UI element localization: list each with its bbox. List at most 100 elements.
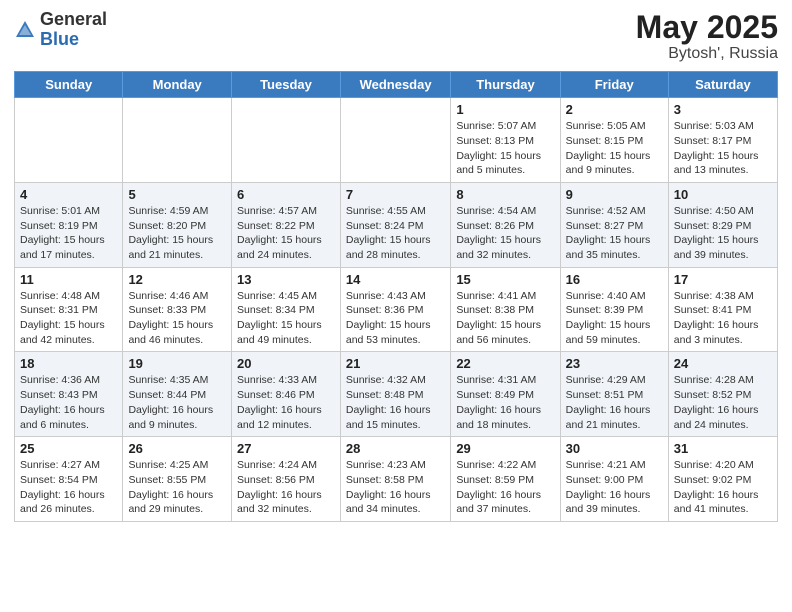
weekday-tuesday: Tuesday (232, 72, 341, 98)
calendar-cell: 11 Sunrise: 4:48 AM Sunset: 8:31 PM Dayli… (15, 267, 123, 352)
calendar-cell (340, 98, 450, 183)
calendar-cell: 24 Sunrise: 4:28 AM Sunset: 8:52 PM Dayli… (668, 352, 777, 437)
day-info: Sunrise: 5:05 AM Sunset: 8:15 PM Dayligh… (566, 119, 663, 178)
calendar-cell: 1 Sunrise: 5:07 AM Sunset: 8:13 PM Daylig… (451, 98, 560, 183)
calendar-cell (15, 98, 123, 183)
day-number: 19 (128, 356, 226, 371)
calendar-cell: 17Sunrise: 4:38 AM Sunset: 8:41 PM Dayli… (668, 267, 777, 352)
day-info: Sunrise: 5:07 AM Sunset: 8:13 PM Dayligh… (456, 119, 554, 178)
calendar-cell: 26Sunrise: 4:25 AM Sunset: 8:55 PM Dayli… (123, 437, 232, 522)
day-number: 28 (346, 441, 445, 456)
weekday-friday: Friday (560, 72, 668, 98)
calendar-cell: 2 Sunrise: 5:05 AM Sunset: 8:15 PM Daylig… (560, 98, 668, 183)
calendar-cell: 12 Sunrise: 4:46 AM Sunset: 8:33 PM Dayli… (123, 267, 232, 352)
day-info: Sunrise: 4:48 AM Sunset: 8:31 PM Dayligh… (20, 289, 117, 348)
day-info: Sunrise: 4:40 AM Sunset: 8:39 PM Dayligh… (566, 289, 663, 348)
day-info: Sunrise: 4:35 AM Sunset: 8:44 PM Dayligh… (128, 373, 226, 432)
day-number: 4 (20, 187, 117, 202)
day-info: Sunrise: 4:20 AM Sunset: 9:02 PM Dayligh… (674, 458, 772, 517)
day-number: 30 (566, 441, 663, 456)
day-number: 29 (456, 441, 554, 456)
day-info: Sunrise: 4:45 AM Sunset: 8:34 PM Dayligh… (237, 289, 335, 348)
calendar-cell: 13 Sunrise: 4:45 AM Sunset: 8:34 PM Dayli… (232, 267, 341, 352)
calendar-cell: 14Sunrise: 4:43 AM Sunset: 8:36 PM Dayli… (340, 267, 450, 352)
day-info: Sunrise: 4:55 AM Sunset: 8:24 PM Dayligh… (346, 204, 445, 263)
calendar-cell: 4 Sunrise: 5:01 AM Sunset: 8:19 PM Daylig… (15, 182, 123, 267)
page-header: General Blue May 2025 Bytosh', Russia (14, 10, 778, 63)
day-number: 1 (456, 102, 554, 117)
day-number: 9 (566, 187, 663, 202)
day-info: Sunrise: 5:01 AM Sunset: 8:19 PM Dayligh… (20, 204, 117, 263)
day-number: 24 (674, 356, 772, 371)
day-number: 5 (128, 187, 226, 202)
day-number: 12 (128, 272, 226, 287)
day-number: 6 (237, 187, 335, 202)
logo-blue-text: Blue (40, 29, 79, 49)
day-info: Sunrise: 4:52 AM Sunset: 8:27 PM Dayligh… (566, 204, 663, 263)
day-number: 2 (566, 102, 663, 117)
title-block: May 2025 Bytosh', Russia (636, 10, 778, 63)
day-info: Sunrise: 4:36 AM Sunset: 8:43 PM Dayligh… (20, 373, 117, 432)
calendar-cell: 7Sunrise: 4:55 AM Sunset: 8:24 PM Daylig… (340, 182, 450, 267)
weekday-monday: Monday (123, 72, 232, 98)
calendar-cell: 8Sunrise: 4:54 AM Sunset: 8:26 PM Daylig… (451, 182, 560, 267)
calendar-cell: 29 Sunrise: 4:22 AM Sunset: 8:59 PM Dayli… (451, 437, 560, 522)
weekday-header-row: SundayMondayTuesdayWednesdayThursdayFrid… (15, 72, 778, 98)
day-info: Sunrise: 4:38 AM Sunset: 8:41 PM Dayligh… (674, 289, 772, 348)
day-number: 11 (20, 272, 117, 287)
day-info: Sunrise: 4:22 AM Sunset: 8:59 PM Dayligh… (456, 458, 554, 517)
calendar-cell: 5 Sunrise: 4:59 AM Sunset: 8:20 PM Daylig… (123, 182, 232, 267)
calendar-cell: 23 Sunrise: 4:29 AM Sunset: 8:51 PM Dayli… (560, 352, 668, 437)
day-info: Sunrise: 4:28 AM Sunset: 8:52 PM Dayligh… (674, 373, 772, 432)
calendar-cell: 15Sunrise: 4:41 AM Sunset: 8:38 PM Dayli… (451, 267, 560, 352)
day-number: 10 (674, 187, 772, 202)
calendar-cell: 20Sunrise: 4:33 AM Sunset: 8:46 PM Dayli… (232, 352, 341, 437)
calendar-cell: 22Sunrise: 4:31 AM Sunset: 8:49 PM Dayli… (451, 352, 560, 437)
day-info: Sunrise: 4:46 AM Sunset: 8:33 PM Dayligh… (128, 289, 226, 348)
day-info: Sunrise: 5:03 AM Sunset: 8:17 PM Dayligh… (674, 119, 772, 178)
day-number: 31 (674, 441, 772, 456)
calendar-cell (123, 98, 232, 183)
calendar-cell: 6Sunrise: 4:57 AM Sunset: 8:22 PM Daylig… (232, 182, 341, 267)
calendar-cell: 3Sunrise: 5:03 AM Sunset: 8:17 PM Daylig… (668, 98, 777, 183)
logo: General Blue (14, 10, 107, 50)
weekday-thursday: Thursday (451, 72, 560, 98)
day-number: 23 (566, 356, 663, 371)
day-number: 15 (456, 272, 554, 287)
logo-general-text: General (40, 9, 107, 29)
calendar-table: SundayMondayTuesdayWednesdayThursdayFrid… (14, 71, 778, 522)
location-title: Bytosh', Russia (636, 45, 778, 63)
calendar-cell: 25 Sunrise: 4:27 AM Sunset: 8:54 PM Dayli… (15, 437, 123, 522)
day-info: Sunrise: 4:33 AM Sunset: 8:46 PM Dayligh… (237, 373, 335, 432)
day-number: 25 (20, 441, 117, 456)
day-info: Sunrise: 4:50 AM Sunset: 8:29 PM Dayligh… (674, 204, 772, 263)
day-number: 8 (456, 187, 554, 202)
logo-icon (14, 19, 36, 41)
day-info: Sunrise: 4:29 AM Sunset: 8:51 PM Dayligh… (566, 373, 663, 432)
day-number: 26 (128, 441, 226, 456)
calendar-cell: 9 Sunrise: 4:52 AM Sunset: 8:27 PM Daylig… (560, 182, 668, 267)
day-info: Sunrise: 4:43 AM Sunset: 8:36 PM Dayligh… (346, 289, 445, 348)
month-title: May 2025 (636, 10, 778, 45)
day-number: 18 (20, 356, 117, 371)
calendar-cell: 19 Sunrise: 4:35 AM Sunset: 8:44 PM Dayli… (123, 352, 232, 437)
calendar-week-row: 18 Sunrise: 4:36 AM Sunset: 8:43 PM Dayli… (15, 352, 778, 437)
day-info: Sunrise: 4:59 AM Sunset: 8:20 PM Dayligh… (128, 204, 226, 263)
calendar-cell (232, 98, 341, 183)
day-number: 13 (237, 272, 335, 287)
weekday-saturday: Saturday (668, 72, 777, 98)
day-number: 22 (456, 356, 554, 371)
weekday-sunday: Sunday (15, 72, 123, 98)
weekday-wednesday: Wednesday (340, 72, 450, 98)
day-number: 27 (237, 441, 335, 456)
calendar-week-row: 11 Sunrise: 4:48 AM Sunset: 8:31 PM Dayli… (15, 267, 778, 352)
day-info: Sunrise: 4:24 AM Sunset: 8:56 PM Dayligh… (237, 458, 335, 517)
calendar-cell: 31 Sunrise: 4:20 AM Sunset: 9:02 PM Dayli… (668, 437, 777, 522)
day-info: Sunrise: 4:23 AM Sunset: 8:58 PM Dayligh… (346, 458, 445, 517)
calendar-cell: 10 Sunrise: 4:50 AM Sunset: 8:29 PM Dayli… (668, 182, 777, 267)
day-number: 16 (566, 272, 663, 287)
day-info: Sunrise: 4:27 AM Sunset: 8:54 PM Dayligh… (20, 458, 117, 517)
calendar-cell: 18 Sunrise: 4:36 AM Sunset: 8:43 PM Dayli… (15, 352, 123, 437)
calendar-cell: 16 Sunrise: 4:40 AM Sunset: 8:39 PM Dayli… (560, 267, 668, 352)
calendar-cell: 28 Sunrise: 4:23 AM Sunset: 8:58 PM Dayli… (340, 437, 450, 522)
